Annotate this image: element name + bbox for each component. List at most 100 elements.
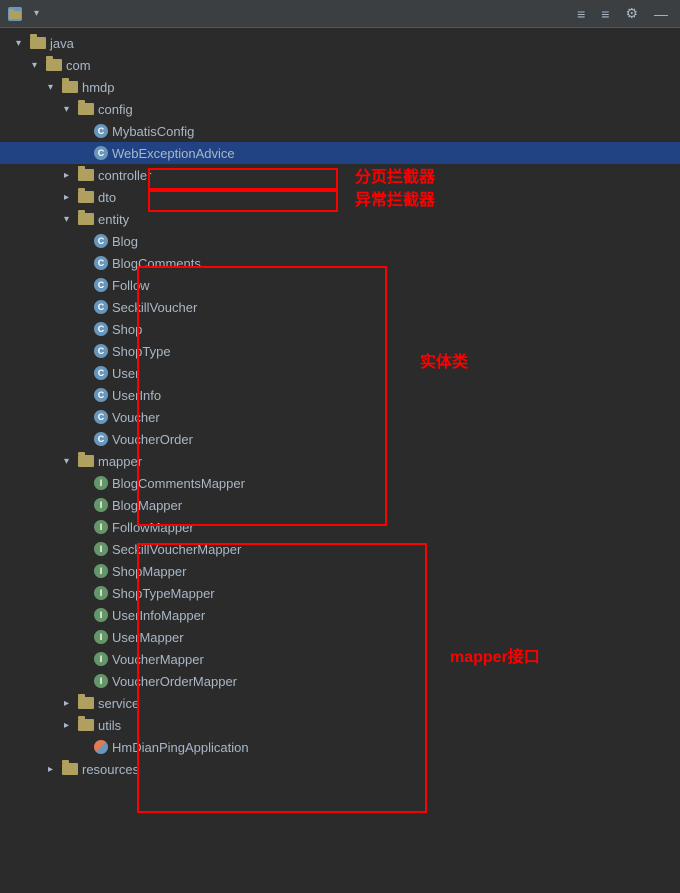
tree-item-utils[interactable]: utils [0, 714, 680, 736]
tree-item-mapper[interactable]: mapper [0, 450, 680, 472]
class-icon: C [94, 344, 108, 358]
class-icon: C [94, 146, 108, 160]
tree-item-ShopMapper[interactable]: IShopMapper [0, 560, 680, 582]
tree-item-UserInfoMapper[interactable]: IUserInfoMapper [0, 604, 680, 626]
item-label-com: com [66, 58, 91, 73]
item-label-controller: controller [98, 168, 151, 183]
folder-icon [78, 169, 94, 181]
interface-icon: I [94, 564, 108, 578]
tree-container: java com hmdp config C MybatisConfig C WebExc… [0, 28, 680, 893]
folder-icon [78, 103, 94, 115]
tree-item-config[interactable]: config [0, 98, 680, 120]
item-label-mapper: mapper [98, 454, 142, 469]
tree-item-UserInfo[interactable]: CUserInfo [0, 384, 680, 406]
tree-item-Follow[interactable]: CFollow [0, 274, 680, 296]
tree-item-com[interactable]: com [0, 54, 680, 76]
tree-item-Shop[interactable]: CShop [0, 318, 680, 340]
tree-item-service[interactable]: service [0, 692, 680, 714]
item-label-UserInfoMapper: UserInfoMapper [112, 608, 205, 623]
item-label-ShopType: ShopType [112, 344, 171, 359]
settings-button[interactable]: ⚙ [621, 3, 642, 24]
item-label-Blog: Blog [112, 234, 138, 249]
tree-item-resources[interactable]: resources [0, 758, 680, 780]
interface-icon: I [94, 586, 108, 600]
item-label-SeckillVoucherMapper: SeckillVoucherMapper [112, 542, 241, 557]
tree-item-SeckillVoucherMapper[interactable]: I SeckillVoucherMapper [0, 538, 680, 560]
item-label-WebExceptionAdvice: WebExceptionAdvice [112, 146, 235, 161]
folder-icon [62, 763, 78, 775]
item-label-utils: utils [98, 718, 121, 733]
item-label-FollowMapper: FollowMapper [112, 520, 194, 535]
item-label-MybatisConfig: MybatisConfig [112, 124, 194, 139]
tree-item-VoucherOrder[interactable]: CVoucherOrder [0, 428, 680, 450]
class-icon: C [94, 234, 108, 248]
tree-item-VoucherOrderMapper[interactable]: I VoucherOrderMapper [0, 670, 680, 692]
tree-item-User[interactable]: CUser [0, 362, 680, 384]
chevron-icon [48, 82, 62, 93]
tree-item-VoucherMapper[interactable]: I VoucherMapper [0, 648, 680, 670]
interface-icon: I [94, 498, 108, 512]
class-icon: C [94, 278, 108, 292]
tree-item-HmDianPingApplication[interactable]: HmDianPingApplication [0, 736, 680, 758]
class-icon: C [94, 300, 108, 314]
chevron-icon [48, 764, 62, 775]
tree-item-SeckillVoucher[interactable]: C SeckillVoucher [0, 296, 680, 318]
folder-icon [78, 455, 94, 467]
chevron-icon [64, 170, 78, 181]
expand-all-button[interactable]: ≡ [597, 4, 613, 24]
folder-icon [78, 719, 94, 731]
tree-item-java[interactable]: java [0, 32, 680, 54]
item-label-java: java [50, 36, 74, 51]
folder-icon [78, 697, 94, 709]
interface-icon: I [94, 674, 108, 688]
tree-item-entity[interactable]: entity [0, 208, 680, 230]
tree-item-BlogMapper[interactable]: I BlogMapper [0, 494, 680, 516]
folder-icon [62, 81, 78, 93]
folder-icon [46, 59, 62, 71]
interface-icon: I [94, 630, 108, 644]
tree-item-FollowMapper[interactable]: I FollowMapper [0, 516, 680, 538]
minimize-button[interactable]: — [650, 4, 672, 24]
item-label-entity: entity [98, 212, 129, 227]
chevron-icon [64, 214, 78, 225]
chevron-icon [64, 104, 78, 115]
item-label-SeckillVoucher: SeckillVoucher [112, 300, 197, 315]
item-label-ShopTypeMapper: ShopTypeMapper [112, 586, 215, 601]
tree-item-hmdp[interactable]: hmdp [0, 76, 680, 98]
tree-item-BlogComments[interactable]: C BlogComments [0, 252, 680, 274]
chevron-icon [16, 38, 30, 49]
interface-icon: I [94, 476, 108, 490]
item-label-VoucherOrderMapper: VoucherOrderMapper [112, 674, 237, 689]
tree-item-Blog[interactable]: C Blog [0, 230, 680, 252]
interface-icon: I [94, 652, 108, 666]
tree-item-dto[interactable]: dto [0, 186, 680, 208]
item-label-BlogCommentsMapper: BlogCommentsMapper [112, 476, 245, 491]
item-label-BlogComments: BlogComments [112, 256, 201, 271]
tree-item-BlogCommentsMapper[interactable]: I BlogCommentsMapper [0, 472, 680, 494]
tree-item-Voucher[interactable]: CVoucher [0, 406, 680, 428]
chevron-icon [64, 698, 78, 709]
item-label-hmdp: hmdp [82, 80, 115, 95]
tree-item-ShopTypeMapper[interactable]: I ShopTypeMapper [0, 582, 680, 604]
item-label-BlogMapper: BlogMapper [112, 498, 182, 513]
chevron-down-icon[interactable]: ▾ [34, 8, 39, 19]
interface-icon: I [94, 520, 108, 534]
collapse-all-button[interactable]: ≡ [573, 4, 589, 24]
tree-item-WebExceptionAdvice[interactable]: C WebExceptionAdvice [0, 142, 680, 164]
item-label-HmDianPingApplication: HmDianPingApplication [112, 740, 249, 755]
folder-icon [78, 191, 94, 203]
tree-item-controller[interactable]: controller [0, 164, 680, 186]
chevron-icon [64, 456, 78, 467]
title-bar: ▾ ≡ ≡ ⚙ — [0, 0, 680, 28]
interface-icon: I [94, 542, 108, 556]
tree-item-UserMapper[interactable]: IUserMapper [0, 626, 680, 648]
item-label-Shop: Shop [112, 322, 142, 337]
class-icon: C [94, 432, 108, 446]
class-icon: C [94, 124, 108, 138]
item-label-VoucherMapper: VoucherMapper [112, 652, 204, 667]
item-label-dto: dto [98, 190, 116, 205]
tree-item-MybatisConfig[interactable]: C MybatisConfig [0, 120, 680, 142]
tree-item-ShopType[interactable]: C ShopType [0, 340, 680, 362]
item-label-UserInfo: UserInfo [112, 388, 161, 403]
class-icon: C [94, 256, 108, 270]
